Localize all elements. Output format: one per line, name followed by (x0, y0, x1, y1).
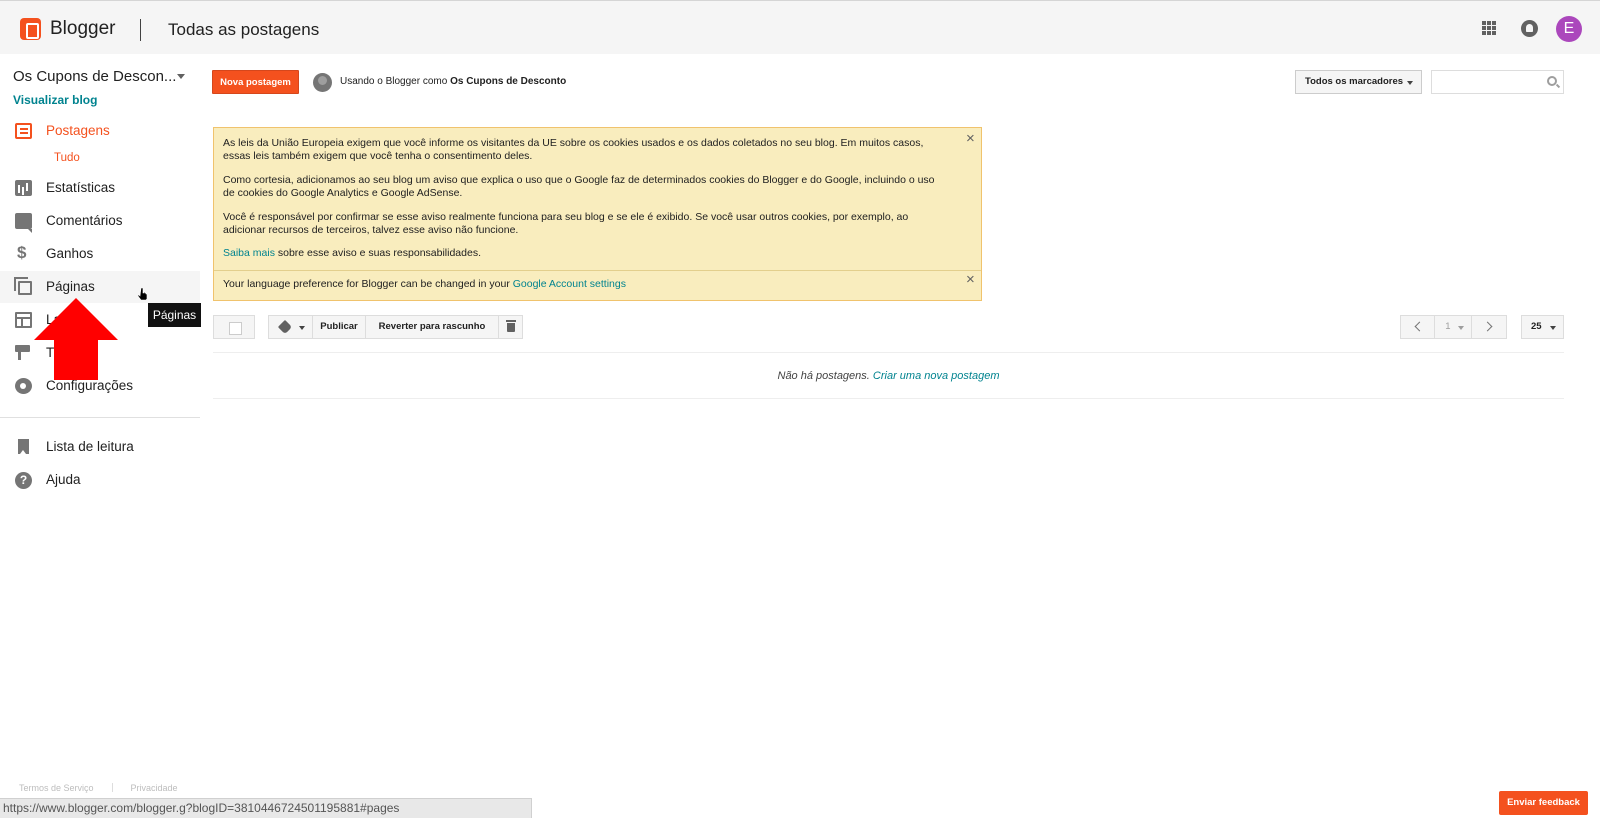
using-as-name: Os Cupons de Desconto (450, 76, 567, 87)
blog-selector-caret-icon[interactable] (177, 74, 185, 79)
delete-button[interactable] (499, 316, 522, 338)
sidebar-item-label: Estatísticas (46, 180, 116, 195)
comments-icon (15, 213, 32, 233)
labels-filter-dropdown[interactable]: Todos os marcadores (1295, 70, 1422, 94)
footer-links: Termos de Serviço Privacidade (19, 783, 178, 793)
notice-paragraph-4: Saiba mais sobre esse aviso e suas respo… (223, 247, 943, 260)
top-header: Blogger Todas as postagens E (0, 0, 1600, 54)
pages-icon (14, 277, 32, 295)
sidebar-divider (0, 417, 200, 418)
publish-button[interactable]: Publicar (313, 316, 366, 338)
red-arrow-annotation (34, 298, 118, 380)
sidebar-item-label: Ganhos (46, 246, 94, 261)
notice-paragraph-4-text: sobre esse aviso e suas responsabilidade… (274, 247, 481, 259)
sidebar-item-label: Páginas (46, 279, 95, 294)
using-as-text: Usando o Blogger como Os Cupons de Desco… (340, 76, 566, 87)
dollar-icon: $ (17, 243, 27, 262)
pagination: 1 (1400, 315, 1507, 339)
empty-posts-text: Não há postagens. (777, 370, 870, 382)
hand-cursor-icon (138, 288, 147, 300)
page-title: Todas as postagens (168, 20, 320, 39)
sidebar-item-comments[interactable]: Comentários (0, 205, 200, 237)
notice-paragraph-1: As leis da União Europeia exigem que voc… (223, 137, 924, 162)
trash-icon (506, 320, 516, 332)
user-avatar-icon (313, 73, 332, 92)
sidebar-item-label: Ajuda (46, 472, 81, 487)
labels-filter-label: Todos os marcadores (1305, 76, 1404, 87)
close-icon[interactable]: × (966, 131, 976, 146)
language-notice: Your language preference for Blogger can… (223, 278, 943, 291)
search-input[interactable] (1431, 70, 1564, 94)
notifications-bell-icon[interactable] (1521, 20, 1538, 37)
pages-tooltip: Páginas (148, 303, 201, 327)
sidebar-item-label: Lista de leitura (46, 439, 134, 454)
sidebar-item-help[interactable]: ? Ajuda (0, 464, 200, 496)
chevron-down-icon (1407, 81, 1413, 85)
post-actions-group: Publicar Reverter para rascunho (268, 315, 523, 339)
select-all-checkbox[interactable] (213, 315, 255, 339)
sidebar-item-posts[interactable]: Postagens (0, 115, 200, 147)
blogger-logo-icon[interactable] (20, 18, 41, 40)
sidebar-item-earnings[interactable]: $ Ganhos (0, 238, 200, 270)
tag-icon (277, 319, 293, 335)
help-icon: ? (15, 472, 32, 489)
list-divider (213, 398, 1564, 399)
status-bar-url: https://www.blogger.com/blogger.g?blogID… (0, 798, 532, 818)
list-divider (213, 352, 1564, 353)
sidebar-item-label: Comentários (46, 213, 123, 228)
notice-paragraph-2: Como cortesia, adicionamos ao seu blog u… (223, 174, 935, 199)
using-as-prefix: Usando o Blogger como (340, 76, 448, 87)
chevron-down-icon (1458, 326, 1465, 330)
per-page-select[interactable]: 25 (1521, 315, 1564, 339)
close-icon[interactable]: × (966, 272, 976, 287)
eu-cookie-notice: As leis da União Europeia exigem que voc… (213, 127, 982, 301)
apps-grid-icon[interactable] (1482, 21, 1496, 35)
search-icon[interactable] (1547, 76, 1557, 86)
account-avatar[interactable]: E (1556, 16, 1582, 42)
page-number: 1 (1445, 321, 1451, 332)
page-number-select[interactable]: 1 (1435, 316, 1472, 338)
learn-more-link[interactable]: Saiba mais (223, 247, 275, 259)
notice-paragraph-3: Você é responsável por confirmar se esse… (223, 211, 909, 236)
google-account-settings-link[interactable]: Google Account settings (513, 278, 626, 290)
sidebar-item-stats[interactable]: Estatísticas (0, 172, 200, 204)
chevron-down-icon (299, 326, 305, 330)
per-page-value: 25 (1531, 321, 1542, 332)
sidebar-item-reading-list[interactable]: Lista de leitura (0, 431, 200, 463)
previous-page-button[interactable] (1401, 316, 1436, 338)
chevron-down-icon (1550, 326, 1556, 330)
terms-link[interactable]: Termos de Serviço (19, 783, 94, 793)
labels-button[interactable] (269, 316, 313, 338)
revert-to-draft-button[interactable]: Reverter para rascunho (366, 316, 499, 338)
view-blog-link[interactable]: Visualizar blog (13, 93, 97, 107)
bookmark-icon (18, 439, 29, 454)
create-new-post-link[interactable]: Criar uma nova postagem (873, 370, 1000, 382)
sidebar-item-label: Postagens (46, 123, 110, 138)
privacy-link[interactable]: Privacidade (131, 783, 178, 793)
send-feedback-button[interactable]: Enviar feedback (1499, 791, 1588, 815)
brand-name[interactable]: Blogger (50, 18, 116, 40)
new-post-button[interactable]: Nova postagem (212, 70, 299, 94)
notice-divider (214, 270, 981, 271)
layout-icon (15, 312, 32, 328)
header-divider (140, 19, 141, 41)
stats-icon (15, 180, 32, 196)
next-page-button[interactable] (1472, 316, 1506, 338)
sidebar-subitem-all[interactable]: Tudo (54, 152, 80, 164)
blog-selector[interactable]: Os Cupons de Descon... (13, 68, 176, 85)
theme-roller-icon (15, 345, 30, 360)
posts-icon (15, 123, 32, 139)
empty-posts-message: Não há postagens. Criar uma nova postage… (0, 370, 1600, 382)
language-notice-text: Your language preference for Blogger can… (223, 278, 513, 290)
